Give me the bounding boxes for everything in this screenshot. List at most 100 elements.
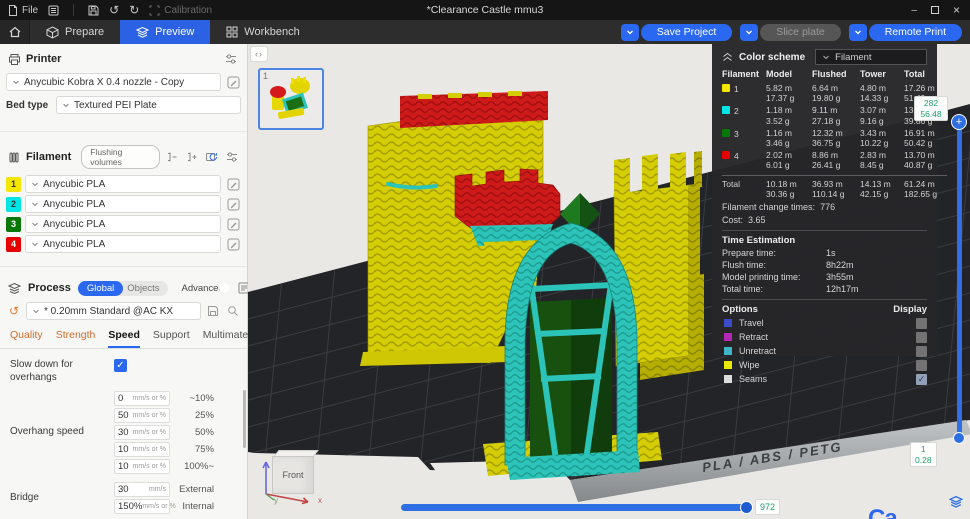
slice-plate-button[interactable]: Slice plate xyxy=(760,23,841,41)
overhang-range-label: 50% xyxy=(194,426,214,438)
bridge-internal-input[interactable]: 150% mm/s or % xyxy=(114,498,176,514)
layer-slider-track[interactable] xyxy=(957,120,962,440)
usage-color-chip xyxy=(722,84,730,92)
filament-settings-icon[interactable] xyxy=(224,149,239,165)
overhang-input-10[interactable]: 0 mm/s or % xyxy=(114,390,170,406)
orientation-gizmo[interactable]: Front x y xyxy=(256,448,326,512)
sync-filament-icon[interactable] xyxy=(205,149,220,165)
filament-edit-icon[interactable] xyxy=(225,176,241,192)
tab-strength[interactable]: Strength xyxy=(56,329,96,348)
filament-edit-icon[interactable] xyxy=(225,236,241,252)
filament-select-1[interactable]: Anycubic PLA xyxy=(25,175,221,193)
process-preset-select[interactable]: * 0.20mm Standard @AC KX xyxy=(26,302,201,320)
filament-color-chip[interactable]: 4 xyxy=(6,236,21,252)
printer-edit-icon[interactable] xyxy=(225,74,241,90)
tab-workbench[interactable]: Workbench xyxy=(210,20,315,44)
gizmo-cube-front[interactable]: Front xyxy=(272,456,314,494)
viewport-3d[interactable]: PLA / ABS / PETG ‹› 1 Color scheme Filam… xyxy=(248,44,970,519)
tab-quality[interactable]: Quality xyxy=(10,329,43,348)
overhang-row: 30 mm/s or % 50% xyxy=(114,424,214,440)
slow-down-overhangs-checkbox[interactable]: ✓ xyxy=(114,359,127,372)
layers-icon xyxy=(135,26,150,39)
sidebar-scrollbar[interactable] xyxy=(243,390,246,448)
slice-plate-dropdown[interactable] xyxy=(740,23,759,41)
layer-slider-bottom-handle[interactable] xyxy=(953,432,965,444)
option-travel: Travel xyxy=(722,317,927,329)
flushing-volumes-button[interactable]: Flushing volumes xyxy=(81,145,161,169)
travel-checkbox[interactable] xyxy=(916,317,927,329)
color-scheme-value: Filament xyxy=(835,51,872,63)
seams-checkbox[interactable] xyxy=(916,373,927,385)
filament-select-4[interactable]: Anycubic PLA xyxy=(25,235,221,253)
overhang-input-75[interactable]: 10 mm/s or % xyxy=(114,441,170,457)
overhang-input-25[interactable]: 50 mm/s or % xyxy=(114,407,170,423)
scope-global[interactable]: Global xyxy=(77,280,124,296)
collapse-panel-button[interactable]: ‹› xyxy=(250,46,268,62)
search-preset-icon[interactable] xyxy=(225,303,241,319)
add-filament-icon[interactable] xyxy=(185,149,200,165)
bed-type-select[interactable]: Textured PEI Plate xyxy=(56,96,241,114)
maximize-button[interactable] xyxy=(930,6,939,14)
remove-filament-icon[interactable] xyxy=(165,149,180,165)
retract-checkbox[interactable] xyxy=(916,331,927,343)
filament-select-3[interactable]: Anycubic PLA xyxy=(25,215,221,233)
filament-section-title: Filament xyxy=(26,151,72,163)
minimize-button[interactable]: – xyxy=(911,5,917,16)
filament-select-2[interactable]: Anycubic PLA xyxy=(25,195,221,213)
notes-menu-icon[interactable] xyxy=(48,5,59,16)
overhang-row: 10 mm/s or % 75% xyxy=(114,441,214,457)
overhang-input-100[interactable]: 10 mm/s or % xyxy=(114,458,170,474)
remote-print-button[interactable]: Remote Print xyxy=(868,23,962,41)
redo-icon[interactable]: ↻ xyxy=(129,4,139,16)
chevron-down-icon xyxy=(32,242,38,247)
save-icon[interactable] xyxy=(88,5,99,16)
calibration-button[interactable]: Calibration xyxy=(149,5,212,16)
process-scope-toggle[interactable]: Global Objects xyxy=(77,280,168,296)
tab-support[interactable]: Support xyxy=(153,329,190,348)
save-project-dropdown[interactable] xyxy=(620,23,639,41)
remote-print-dropdown[interactable] xyxy=(848,23,867,41)
layer-slider-top-handle[interactable]: + xyxy=(951,114,967,130)
bridge-external-input[interactable]: 30 mm/s xyxy=(114,481,170,497)
printer-preset-select[interactable]: Anycubic Kobra X 0.4 nozzle - Copy xyxy=(6,73,221,91)
chevron-down-icon xyxy=(33,309,39,314)
tab-speed[interactable]: Speed xyxy=(108,329,140,348)
wipe-checkbox[interactable] xyxy=(916,359,927,371)
filament-edit-icon[interactable] xyxy=(225,196,241,212)
filament-color-chip[interactable]: 1 xyxy=(6,176,21,192)
color-scheme-select[interactable]: Filament xyxy=(815,49,927,65)
printer-preset-value: Anycubic Kobra X 0.4 nozzle - Copy xyxy=(24,76,185,88)
plate-thumbnail[interactable]: 1 xyxy=(258,68,324,130)
move-slider-handle[interactable] xyxy=(740,501,753,514)
filament-row-3: 3 Anycubic PLA xyxy=(0,214,247,234)
layers-toggle-icon[interactable] xyxy=(948,495,964,509)
tab-prepare[interactable]: Prepare xyxy=(30,20,120,44)
save-project-button[interactable]: Save Project xyxy=(640,23,733,41)
save-preset-icon[interactable] xyxy=(205,303,221,319)
tab-preview[interactable]: Preview xyxy=(120,20,211,44)
layer-slider-bottom-tooltip: 1 0.28 xyxy=(910,442,937,468)
option-retract: Retract xyxy=(722,331,927,343)
overhang-input-50[interactable]: 30 mm/s or % xyxy=(114,424,170,440)
move-slider-track[interactable] xyxy=(401,504,750,511)
file-menu[interactable]: File xyxy=(8,4,38,16)
scope-objects[interactable]: Objects xyxy=(123,281,167,296)
filament-color-chip[interactable]: 2 xyxy=(6,196,21,212)
filament-color-chip[interactable]: 3 xyxy=(6,216,21,232)
unretract-checkbox[interactable] xyxy=(916,345,927,357)
overhang-row: 0 mm/s or % ~10% xyxy=(114,390,214,406)
close-button[interactable]: × xyxy=(953,3,960,17)
y-axis-label: y xyxy=(274,496,278,505)
slice-stats-panel: Color scheme Filament Filament Model Flu… xyxy=(712,44,947,385)
filament-edit-icon[interactable] xyxy=(225,216,241,232)
chevron-down-icon xyxy=(32,222,38,227)
undo-icon[interactable]: ↺ xyxy=(109,4,119,16)
home-button[interactable] xyxy=(0,20,30,44)
model-printing-time: Model printing time: 3h55m xyxy=(722,271,854,282)
chevron-down-icon xyxy=(32,182,38,187)
collapse-stats-icon[interactable] xyxy=(722,52,733,62)
filament-row-4: 4 Anycubic PLA xyxy=(0,234,247,254)
printer-settings-icon[interactable] xyxy=(223,51,239,67)
calibration-label: Calibration xyxy=(164,4,213,16)
reset-preset-icon[interactable]: ↺ xyxy=(6,303,22,319)
